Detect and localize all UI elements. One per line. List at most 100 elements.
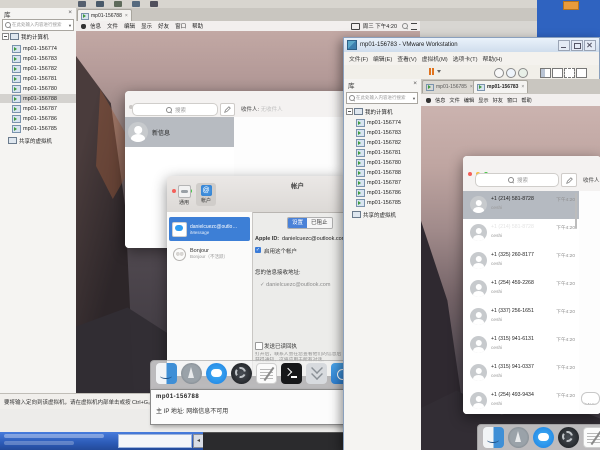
tree-item-vm[interactable]: mp01-156786 [344,188,420,197]
scrollbar[interactable] [575,193,577,229]
sidebar-close-icon[interactable]: × [68,9,72,16]
tree-item-vm[interactable]: mp01-156774 [0,44,76,53]
menu-item[interactable]: 好友 [158,22,169,30]
launchpad-icon[interactable] [181,363,202,384]
close-button[interactable] [468,172,472,176]
expander-icon[interactable] [346,108,353,115]
tree-item-vm[interactable]: mp01-156780 [344,158,420,167]
notification-center-icon[interactable] [411,23,417,30]
apple-menu-icon[interactable] [81,24,86,29]
menu-item[interactable]: 文件 [449,97,459,104]
revert-icon[interactable] [506,68,516,78]
imessage-input[interactable]: iMessage [581,392,600,405]
tree-item-vm-selected[interactable]: mp01-156788 [0,94,76,103]
expander-icon[interactable] [2,33,9,40]
spotlight-icon[interactable] [402,23,408,29]
conversation-row[interactable]: +1 (254) 493-9434 下午4:20 ceshi [463,387,579,414]
tab-general[interactable]: 通用 [174,185,194,206]
menu-item[interactable]: 显示 [478,97,488,104]
tree-item-vm[interactable]: mp01-156785 [0,124,76,133]
conversation-row[interactable]: +1 (315) 941-0337 下午4:20 ceshi [463,359,579,388]
conversation-row[interactable]: +1 (315) 941-6131 下午4:20 ceshi [463,331,579,360]
launchpad-icon[interactable] [508,427,529,448]
messages-icon[interactable] [206,363,227,384]
conversation-row[interactable]: +1 (325) 260-8177 下午4:20 ceshi [463,247,579,276]
menu-item[interactable]: 文件 [107,22,118,30]
tree-item-vm[interactable]: mp01-156786 [0,114,76,123]
menu-item[interactable]: 信息 [90,22,101,30]
apple-menu-icon[interactable] [426,98,431,103]
address-item[interactable]: ✓ danielcuezc@outlook.com [260,282,330,288]
recipient-field[interactable]: 收件人: [583,176,600,184]
library-search-input[interactable]: 在此处输入内容进行搜索 ▼ [2,19,74,31]
read-receipt-checkbox[interactable] [255,342,263,350]
minimize-button[interactable] [558,40,570,51]
tree-item-vm[interactable]: mp01-156782 [344,138,420,147]
tab-settings[interactable]: 设置 [288,218,307,228]
menu-vm[interactable]: 虚拟机(M) [422,54,448,63]
snapshot-clock-icon[interactable] [494,68,504,78]
enable-account-checkbox[interactable]: ✓ [255,247,261,253]
show-library-toggle-icon[interactable] [540,68,551,78]
conversation-row[interactable]: +1 (214) 581-8728 下午4:20 ceshi [463,219,579,248]
tab-accounts-selected[interactable]: @ 帐户 [196,183,216,206]
system-preferences-icon[interactable] [558,427,579,448]
chevron-down-icon[interactable] [437,70,441,73]
close-button[interactable] [584,40,596,51]
menu-item[interactable]: 信息 [435,97,445,104]
messages-search-input[interactable]: 搜索 [475,173,559,187]
menu-item[interactable]: 窗口 [507,97,517,104]
menu-item[interactable]: 编辑 [464,97,474,104]
tree-item-shared-vms[interactable]: 共享的虚拟机 [0,136,76,145]
toolbar-icon[interactable] [150,1,158,7]
menu-item[interactable]: 好友 [493,97,503,104]
textedit-icon[interactable] [256,363,277,384]
tree-item-vm[interactable]: mp01-156782 [0,64,76,73]
toolbar-icon[interactable] [96,1,104,7]
tree-item-vm[interactable]: mp01-156788 [344,168,420,177]
host-desktop-icon[interactable] [563,1,579,10]
chevron-down-icon[interactable]: ▼ [412,96,416,101]
message-pane[interactable]: iMessage [579,191,600,414]
menu-item[interactable]: 帮助 [521,97,531,104]
chevron-down-icon[interactable]: ▼ [68,23,72,28]
menu-view[interactable]: 查看(V) [397,54,416,63]
sidebar-close-icon[interactable]: × [413,80,417,87]
menu-item[interactable]: 窗口 [175,22,186,30]
taskbar-task-button[interactable] [4,434,104,438]
window-titlebar[interactable]: mp01-156783 - VMware Workstation [344,38,599,52]
taskbar-task-button[interactable] [4,441,74,445]
console-view-icon[interactable] [552,68,563,78]
conversation-row[interactable]: +1 (254) 459-2268 下午4:20 ceshi [463,275,579,304]
conversation-row-selected[interactable]: +1 (214) 581-8728 下午4:20 ceshi [463,191,579,220]
finder-icon[interactable] [483,427,504,448]
menu-bar-clock[interactable]: 周三 下午4:20 [363,22,397,30]
toolbar-icon[interactable] [132,1,140,7]
tree-item-vm[interactable]: mp01-156774 [344,118,420,127]
toolbar-icon[interactable] [114,1,122,7]
tab-blocked[interactable]: 已阻止 [307,218,332,228]
menu-file[interactable]: 文件(F) [349,54,368,63]
account-item-imessage-selected[interactable]: danielcuezc@outlo… iMessage [169,217,250,241]
pause-vm-button[interactable] [429,68,441,75]
messages-icon[interactable] [533,427,554,448]
taskbar-quick-launch[interactable] [118,434,192,448]
menu-help[interactable]: 帮助(H) [483,54,503,63]
compose-button[interactable] [220,103,235,116]
account-item-bonjour[interactable]: Bonjour Bonjour（不活跃） [169,243,250,265]
compose-button[interactable] [561,173,577,187]
vm-tab-active[interactable]: mp01-156783 × [473,80,528,93]
tree-item-vm[interactable]: mp01-156783 [0,54,76,63]
tree-item-vm[interactable]: mp01-156781 [0,74,76,83]
tree-root-my-computer[interactable]: 我的计算机 [0,32,76,41]
tab-close-icon[interactable]: × [521,84,524,90]
tree-item-vm[interactable]: mp01-156780 [0,84,76,93]
textedit-icon[interactable] [583,427,600,448]
tab-close-icon[interactable]: × [125,13,128,19]
vm-tab-inactive[interactable]: mp01-156785 × [422,80,477,93]
library-search-input[interactable]: 在此处输入内容进行搜索 ▼ [346,92,418,104]
conversation-row[interactable]: +1 (337) 256-1651 下午4:20 ceshi [463,303,579,332]
tree-item-vm[interactable]: mp01-156787 [344,178,420,187]
tree-item-vm[interactable]: mp01-156787 [0,104,76,113]
conversation-row-selected[interactable]: 新信息 [125,117,234,147]
